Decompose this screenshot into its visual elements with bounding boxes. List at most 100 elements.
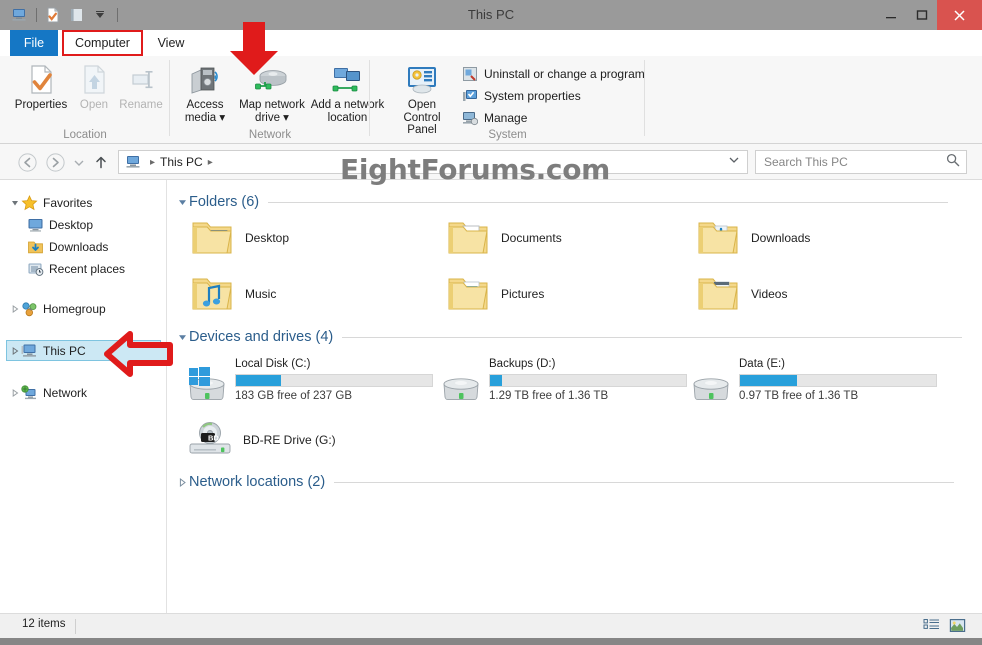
quick-access-separator: [36, 8, 37, 22]
uninstall-program-label: Uninstall or change a program: [484, 67, 645, 81]
forward-button[interactable]: [46, 153, 65, 172]
chevron-down-icon[interactable]: ▾: [280, 112, 289, 124]
sidebar-item-homegroup[interactable]: Homegroup: [0, 298, 106, 319]
tab-file[interactable]: File: [10, 30, 58, 56]
content-pane: Folders (6) Desktop Documents Downloads …: [167, 180, 982, 613]
drive-item-data-e[interactable]: Data (E:) 0.97 TB free of 1.36 TB: [689, 358, 939, 406]
group-header-network-locations[interactable]: Network locations (2): [175, 472, 975, 492]
uninstall-program-icon: [462, 66, 478, 82]
address-bar: ▸ This PC ▸: [0, 144, 982, 180]
minimize-button[interactable]: [875, 0, 906, 30]
expander-expanded-icon[interactable]: [175, 198, 189, 207]
sidebar-item-label: Homegroup: [43, 301, 106, 316]
drive-item-local-disk-c[interactable]: Local Disk (C:) 183 GB free of 237 GB: [185, 358, 435, 406]
new-folder-icon[interactable]: [68, 6, 86, 24]
map-network-drive-icon: [236, 62, 308, 96]
expander-collapsed-icon[interactable]: [8, 388, 21, 397]
quick-access-toolbar: [8, 4, 122, 26]
sidebar-item-label: Desktop: [49, 217, 94, 232]
drive-capacity-fill: [740, 375, 797, 386]
network-icon: [21, 384, 38, 401]
folder-item-videos[interactable]: Videos: [695, 270, 787, 318]
file-explorer-window: This PC File Computer View Properties Op…: [0, 0, 982, 645]
recent-locations-button[interactable]: [72, 153, 86, 172]
access-media-button[interactable]: Access media ▾: [176, 62, 234, 124]
manage-icon: [462, 110, 479, 126]
status-bar: 12 items: [0, 613, 982, 638]
drive-capacity-bar: [489, 374, 687, 387]
status-divider: [75, 619, 76, 634]
details-view-icon[interactable]: [923, 618, 940, 638]
sidebar-item-network[interactable]: Network: [0, 382, 87, 403]
folder-item-music[interactable]: Music: [189, 270, 276, 318]
bd-drive-icon: BD: [187, 416, 235, 464]
customize-dropdown-icon[interactable]: [92, 6, 110, 24]
manage-button[interactable]: Manage: [462, 108, 527, 128]
open-control-panel-button[interactable]: Open Control Panel: [388, 62, 456, 137]
ribbon: Properties Open Rename Location Access m…: [0, 56, 982, 144]
sidebar-item-favorites[interactable]: Favorites: [0, 192, 92, 213]
computer-tab-highlight-annotation: [62, 30, 143, 56]
group-header-label: Devices and drives (4): [189, 329, 334, 345]
map-network-drive-button-label: Map network drive: [239, 99, 305, 124]
folder-downloads-icon: [695, 214, 743, 262]
sidebar-item-label: Network: [43, 385, 88, 400]
expander-collapsed-icon[interactable]: [175, 477, 189, 487]
sidebar-item-recent-places[interactable]: Recent places: [0, 258, 125, 279]
desktop-icon: [27, 217, 44, 233]
drive-item-backups-d[interactable]: Backups (D:) 1.29 TB free of 1.36 TB: [439, 358, 689, 406]
system-properties-icon: [462, 88, 478, 104]
folder-item-label: Documents: [501, 231, 562, 245]
sidebar-item-this-pc[interactable]: This PC: [0, 340, 86, 361]
back-button[interactable]: [18, 153, 37, 172]
sidebar-item-label: Favorites: [43, 195, 93, 210]
address-dropdown-icon[interactable]: [728, 153, 740, 171]
group-header-devices-and-drives[interactable]: Devices and drives (4): [175, 327, 975, 347]
ribbon-group-system-label: System: [488, 129, 527, 141]
this-pc-icon[interactable]: [11, 6, 29, 24]
access-media-icon: [176, 62, 234, 96]
expander-expanded-icon[interactable]: [175, 333, 189, 342]
breadcrumb-this-pc[interactable]: This PC: [160, 155, 203, 169]
expander-collapsed-icon[interactable]: [8, 346, 21, 355]
drive-item-bd-re-g[interactable]: BD BD-RE Drive (G:): [187, 416, 336, 464]
drive-free-space-text: 183 GB free of 237 GB: [235, 390, 352, 402]
address-path-box[interactable]: ▸ This PC ▸: [118, 150, 748, 174]
breadcrumb-separator[interactable]: ▸: [150, 157, 155, 168]
ribbon-group-network-label: Network: [248, 129, 292, 141]
properties-icon[interactable]: [44, 6, 62, 24]
folder-desktop-icon: [189, 214, 237, 262]
sidebar-item-desktop[interactable]: Desktop: [0, 214, 93, 235]
large-icons-view-icon[interactable]: [949, 618, 966, 638]
drive-capacity-fill: [490, 375, 502, 386]
rename-button[interactable]: Rename: [110, 62, 172, 112]
expander-collapsed-icon[interactable]: [8, 304, 21, 313]
this-pc-icon: [125, 155, 141, 170]
group-header-rule: [342, 336, 963, 338]
expander-expanded-icon[interactable]: [8, 199, 21, 207]
ribbon-group-location-label: Location: [63, 129, 107, 141]
folder-item-downloads[interactable]: Downloads: [695, 214, 810, 262]
maximize-button[interactable]: [906, 0, 937, 30]
uninstall-program-button[interactable]: Uninstall or change a program: [462, 64, 645, 84]
control-panel-icon: [388, 62, 456, 96]
close-button[interactable]: [937, 0, 982, 30]
ribbon-tab-strip: File Computer View ?: [0, 30, 982, 79]
window-controls: [875, 0, 982, 30]
system-properties-button[interactable]: System properties: [462, 86, 581, 106]
breadcrumb-separator-end[interactable]: ▸: [208, 157, 213, 168]
drive-capacity-bar: [739, 374, 937, 387]
up-button[interactable]: [93, 153, 109, 172]
tab-view[interactable]: View: [145, 30, 197, 56]
folder-item-pictures[interactable]: Pictures: [445, 270, 544, 318]
map-network-drive-button[interactable]: Map network drive ▾: [236, 62, 308, 124]
group-header-folders[interactable]: Folders (6): [175, 192, 975, 212]
folder-item-desktop[interactable]: Desktop: [189, 214, 289, 262]
folder-item-documents[interactable]: Documents: [445, 214, 562, 262]
chevron-down-icon[interactable]: ▾: [216, 112, 225, 124]
group-header-rule: [268, 201, 949, 203]
sidebar-item-downloads[interactable]: Downloads: [0, 236, 108, 257]
search-icon[interactable]: [946, 153, 960, 172]
search-box[interactable]: [755, 150, 967, 174]
search-input[interactable]: [762, 154, 946, 170]
